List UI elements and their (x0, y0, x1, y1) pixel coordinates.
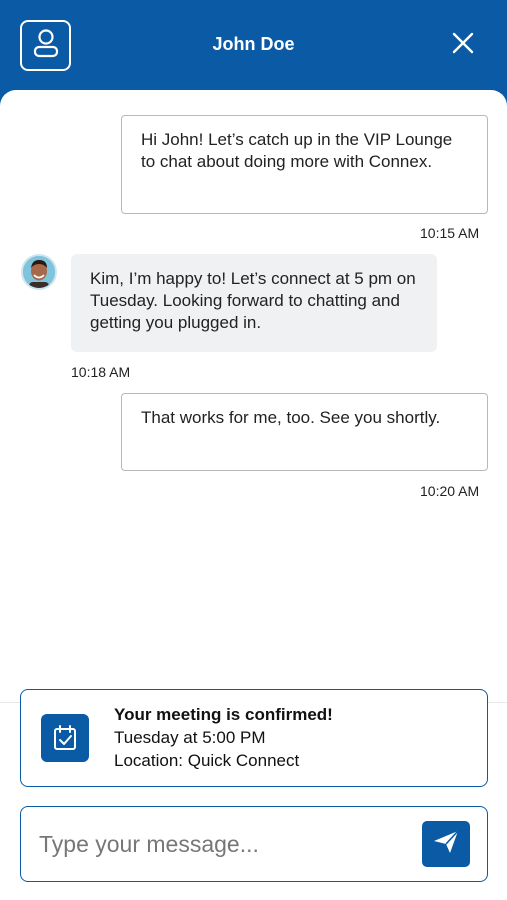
message-composer (20, 806, 488, 882)
message-bubble-outgoing: That works for me, too. See you shortly. (121, 393, 488, 471)
meeting-confirmation-card[interactable]: Your meeting is confirmed! Tuesday at 5:… (20, 689, 488, 787)
chat-title: John Doe (212, 34, 295, 54)
message-bubble-incoming: Kim, I’m happy to! Let’s connect at 5 pm… (71, 254, 437, 352)
message-timestamp: 10:20 AM (420, 483, 480, 499)
calendar-check-icon (41, 714, 89, 762)
message-timestamp: 10:18 AM (71, 364, 131, 380)
avatar[interactable] (21, 254, 57, 290)
send-button[interactable] (422, 821, 470, 867)
message-timestamp: 10:15 AM (420, 225, 480, 241)
close-button[interactable] (448, 30, 478, 60)
confirmation-time: Tuesday at 5:00 PM (114, 728, 266, 747)
confirmation-title: Your meeting is confirmed! (114, 705, 333, 724)
confirmation-location: Location: Quick Connect (114, 751, 300, 770)
message-input[interactable] (39, 827, 419, 861)
message-bubble-outgoing: Hi John! Let’s catch up in the VIP Loung… (121, 115, 488, 214)
send-icon (432, 829, 460, 860)
close-icon (452, 32, 474, 59)
